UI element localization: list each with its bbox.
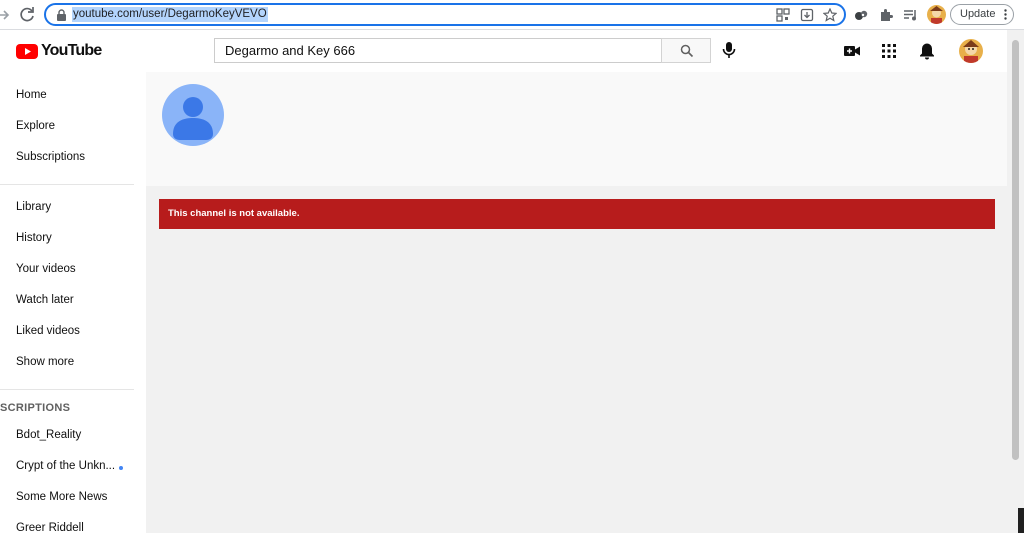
sidebar-divider (0, 184, 134, 185)
new-content-dot-icon (119, 466, 123, 470)
subscription-channel-name: Bdot_Reality (16, 429, 82, 441)
sidebar-item-label: Subscriptions (16, 151, 86, 163)
subscription-channel-name: Some More News (16, 491, 108, 503)
update-button[interactable]: Update (950, 4, 1014, 25)
install-app-icon[interactable] (800, 8, 814, 22)
browser-toolbar: youtube.com/user/DegarmoKeyVEVO Update (0, 0, 1024, 30)
create-video-icon[interactable] (842, 41, 862, 61)
window-corner (1018, 508, 1024, 533)
account-avatar[interactable] (959, 39, 983, 63)
qr-code-icon[interactable] (776, 8, 790, 22)
sidebar-subscription-item[interactable]: Some More News (0, 483, 146, 514)
sidebar-item-liked-videos[interactable]: Liked videos (0, 317, 146, 348)
notifications-bell-icon[interactable] (917, 41, 937, 61)
sidebar-item-label: History (16, 232, 52, 244)
error-message: This channel is not available. (168, 208, 300, 219)
page-scrollbar[interactable] (1007, 30, 1024, 533)
sidebar-item-label: Home (16, 89, 47, 101)
sidebar-item-label: Library (16, 201, 52, 213)
more-options-icon[interactable] (1004, 9, 1007, 20)
sidebar-item-history[interactable]: History (0, 224, 146, 255)
update-button-label: Update (960, 8, 996, 20)
search-button[interactable] (661, 38, 711, 63)
sidebar-item-your-videos[interactable]: Your videos (0, 255, 146, 286)
sidebar-item-show-more[interactable]: Show more (0, 348, 146, 379)
search-input[interactable] (215, 39, 661, 62)
youtube-logo[interactable]: YouTube (16, 41, 102, 61)
channel-header (146, 72, 1007, 186)
sidebar-subscription-item[interactable]: Crypt of the Unkn... (0, 452, 146, 483)
channel-unavailable-alert: This channel is not available. (159, 199, 995, 229)
channel-page: This channel is not available. (146, 72, 1007, 533)
search-icon (680, 44, 694, 58)
subscriptions-heading: SCRIPTIONS (0, 402, 71, 414)
account-avatar-icon (959, 39, 983, 63)
guide-sidebar: Home Explore Subscriptions Library Histo… (0, 72, 146, 533)
sidebar-item-watch-later[interactable]: Watch later (0, 286, 146, 317)
sidebar-subscription-item[interactable]: Greer Riddell (0, 514, 146, 533)
bookmark-star-icon[interactable] (823, 8, 837, 22)
sidebar-divider (0, 389, 134, 390)
microphone-icon[interactable] (718, 39, 740, 61)
reload-icon[interactable] (18, 6, 36, 24)
sidebar-item-home[interactable]: Home (0, 81, 146, 112)
sidebar-item-label: Show more (16, 356, 75, 368)
url-text[interactable]: youtube.com/user/DegarmoKeyVEVO (72, 7, 268, 22)
default-user-icon (162, 84, 224, 146)
extension-icon[interactable] (853, 7, 869, 23)
subscription-channel-name: Greer Riddell (16, 522, 84, 533)
sidebar-item-label: Explore (16, 120, 55, 132)
address-bar[interactable]: youtube.com/user/DegarmoKeyVEVO (44, 3, 846, 26)
youtube-masthead: YouTube (0, 30, 1024, 72)
apps-grid-icon[interactable] (879, 41, 899, 61)
sidebar-item-library[interactable]: Library (0, 193, 146, 224)
sidebar-item-label: Your videos (16, 263, 76, 275)
media-playlist-icon[interactable] (903, 7, 919, 23)
puzzle-extensions-icon[interactable] (878, 7, 894, 23)
channel-avatar (162, 84, 224, 146)
youtube-play-logo-icon (16, 43, 38, 59)
forward-arrow-icon[interactable] (0, 7, 10, 23)
sidebar-item-explore[interactable]: Explore (0, 112, 146, 143)
search-box[interactable] (214, 38, 661, 63)
sidebar-item-label: Watch later (16, 294, 74, 306)
youtube-logo-text: YouTube (41, 42, 102, 59)
profile-avatar-icon[interactable] (927, 5, 946, 24)
lock-icon[interactable] (56, 9, 67, 21)
sidebar-item-label: Liked videos (16, 325, 80, 337)
sidebar-item-subscriptions[interactable]: Subscriptions (0, 143, 146, 174)
subscription-channel-name: Crypt of the Unkn... (16, 460, 116, 472)
sidebar-subscription-item[interactable]: Bdot_Reality (0, 421, 146, 452)
scrollbar-thumb[interactable] (1012, 40, 1019, 460)
